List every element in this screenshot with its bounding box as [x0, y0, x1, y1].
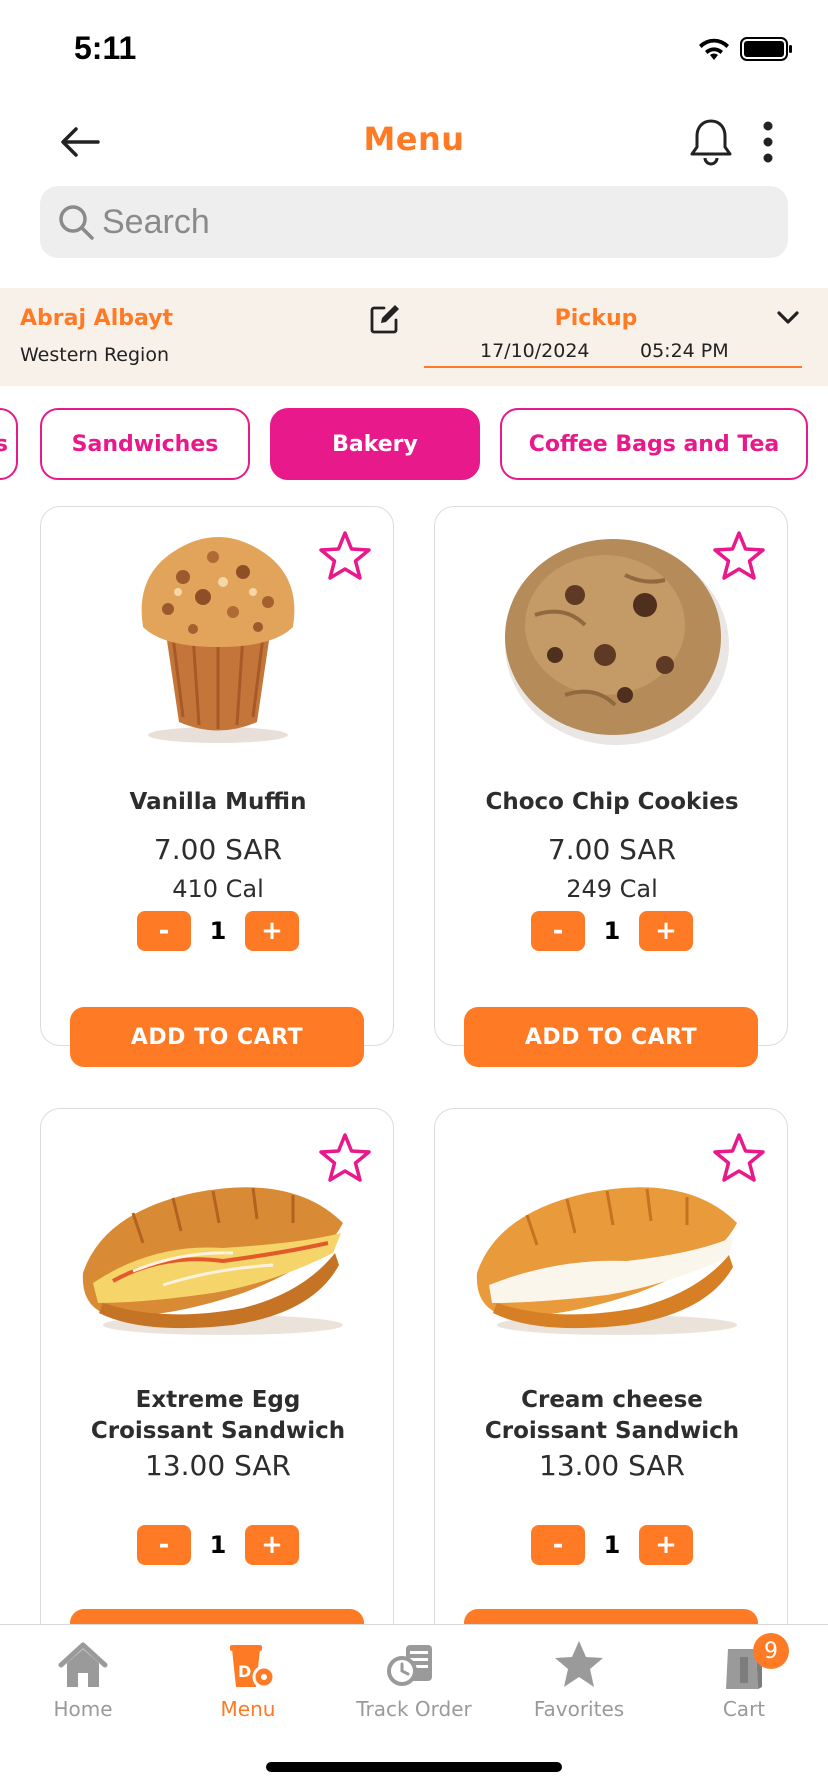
product-name: Choco Chip Cookies: [485, 789, 739, 815]
nav-cart[interactable]: 9 Cart: [661, 1625, 827, 1745]
nav-favorites[interactable]: Favorites: [496, 1625, 662, 1745]
track-order-icon: [387, 1645, 432, 1686]
product-card-vanilla-muffin[interactable]: Vanilla Muffin 7.00 SAR 410 Cal - 1 + AD…: [40, 506, 394, 1067]
svg-text:D: D: [238, 1662, 251, 1681]
store-region: Western Region: [20, 344, 170, 366]
vanilla-muffin-image: [141, 537, 295, 743]
product-name-line-1: Cream cheese: [521, 1387, 703, 1413]
status-time: 5:11: [74, 30, 137, 66]
battery-icon: [740, 37, 792, 61]
product-calories: 410 Cal: [172, 875, 264, 903]
add-to-cart-button[interactable]: ADD TO CART: [464, 1007, 758, 1067]
favorite-star-icon[interactable]: [317, 1131, 373, 1187]
bell-icon[interactable]: [688, 116, 734, 166]
nav-label-home: Home: [53, 1697, 113, 1721]
pickup-datetime-field[interactable]: 17/10/2024 05:24 PM: [424, 338, 802, 368]
search-input[interactable]: [102, 186, 762, 258]
tab-previous[interactable]: s: [0, 408, 18, 480]
nav-label-track-order: Track Order: [356, 1697, 472, 1721]
product-name-line-2: Croissant Sandwich: [90, 1418, 346, 1444]
product-calories: 249 Cal: [566, 875, 658, 903]
nav-label-favorites: Favorites: [533, 1697, 625, 1721]
edit-icon[interactable]: [368, 302, 402, 336]
qty-plus-button[interactable]: +: [245, 911, 299, 951]
nav-track-order[interactable]: Track Order: [331, 1625, 497, 1745]
qty-plus-button[interactable]: +: [245, 1525, 299, 1565]
qty-minus-button[interactable]: -: [531, 1525, 585, 1565]
nav-label-cart: Cart: [722, 1697, 766, 1721]
more-options-icon[interactable]: [756, 118, 780, 166]
search-bar: [40, 186, 788, 258]
qty-plus-button[interactable]: +: [639, 1525, 693, 1565]
qty-value: 1: [603, 917, 621, 945]
qty-value: 1: [209, 1531, 227, 1559]
favorite-star-icon[interactable]: [317, 529, 373, 585]
favorite-star-icon[interactable]: [711, 1131, 767, 1187]
qty-plus-button[interactable]: +: [639, 911, 693, 951]
tab-sandwiches[interactable]: Sandwiches: [40, 408, 250, 480]
store-name: Abraj Albayt: [20, 306, 174, 331]
search-icon: [59, 205, 94, 240]
pickup-time: 05:24 PM: [640, 340, 729, 362]
qty-value: 1: [603, 1531, 621, 1559]
category-tabs: s Sandwiches Bakery Coffee Bags and Tea: [0, 408, 828, 480]
wifi-icon: [699, 38, 729, 60]
add-to-cart-button[interactable]: ADD TO CART: [70, 1007, 364, 1067]
home-indicator: [266, 1762, 562, 1772]
product-card-extreme-egg-croissant[interactable]: Extreme Egg Croissant Sandwich 13.00 SAR…: [40, 1108, 394, 1708]
product-price: 7.00 SAR: [547, 833, 677, 866]
product-name: Vanilla Muffin: [129, 789, 307, 815]
qty-minus-button[interactable]: -: [137, 911, 191, 951]
favorite-star-icon[interactable]: [711, 529, 767, 585]
nav-menu[interactable]: D Menu: [165, 1625, 331, 1745]
product-price: 13.00 SAR: [539, 1449, 685, 1482]
qty-value: 1: [209, 917, 227, 945]
product-card-choco-chip-cookies[interactable]: Choco Chip Cookies 7.00 SAR 249 Cal - 1 …: [434, 506, 788, 1067]
product-card-cream-cheese-croissant[interactable]: Cream cheese Croissant Sandwich 13.00 SA…: [434, 1108, 788, 1708]
pickup-date: 17/10/2024: [480, 340, 590, 362]
tab-coffee-bags-and-tea[interactable]: Coffee Bags and Tea: [500, 408, 808, 480]
qty-minus-button[interactable]: -: [137, 1525, 191, 1565]
header: Menu: [0, 100, 828, 190]
tab-bakery[interactable]: Bakery: [270, 408, 480, 480]
product-price: 13.00 SAR: [145, 1449, 291, 1482]
nav-label-menu: Menu: [220, 1697, 276, 1721]
home-icon: [58, 1642, 108, 1687]
product-price: 7.00 SAR: [153, 833, 283, 866]
nav-home[interactable]: Home: [0, 1625, 166, 1745]
status-bar: 5:11: [0, 0, 828, 100]
chevron-down-icon[interactable]: [774, 304, 802, 332]
qty-minus-button[interactable]: -: [531, 911, 585, 951]
star-icon: [555, 1641, 603, 1687]
location-bar: Abraj Albayt Western Region Pickup 17/10…: [0, 288, 828, 386]
product-name-line-2: Croissant Sandwich: [484, 1418, 740, 1444]
choco-chip-cookie-image: [505, 539, 729, 745]
order-type-pickup[interactable]: Pickup: [424, 306, 768, 331]
menu-cup-icon: D: [230, 1645, 276, 1689]
cart-count-badge: 9: [753, 1633, 789, 1669]
product-name-line-1: Extreme Egg: [135, 1387, 301, 1413]
